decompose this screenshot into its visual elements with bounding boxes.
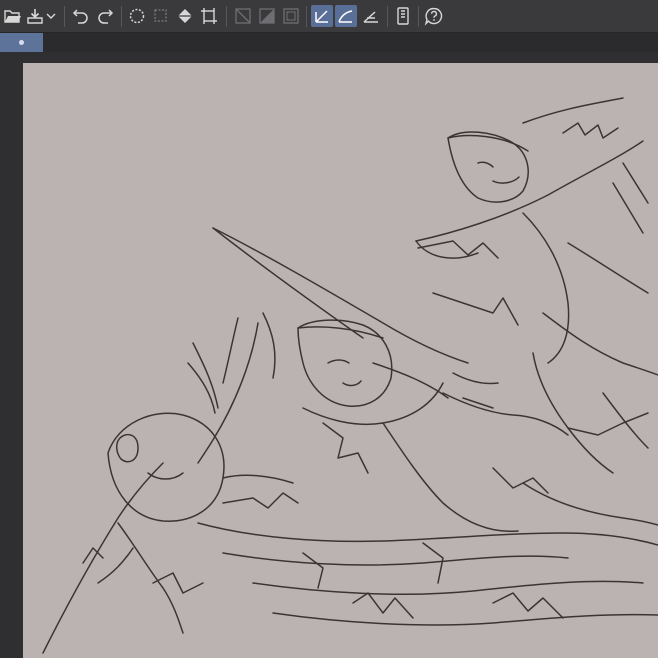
ruler-curve-icon[interactable] (335, 5, 357, 27)
sketch-stroke (567, 242, 649, 294)
ruler-angle-icon[interactable] (360, 5, 382, 27)
toolbar-separator (306, 6, 307, 27)
sketch-stroke (117, 522, 184, 634)
sketch-stroke (542, 312, 658, 376)
sketch-stroke (222, 552, 569, 566)
sketch-stroke (152, 572, 204, 594)
document-tab[interactable] (0, 33, 43, 52)
sketch-stroke (197, 522, 658, 546)
open-file-icon[interactable] (2, 5, 24, 27)
help-icon[interactable] (423, 5, 445, 27)
toolbar-separator (226, 6, 227, 27)
sketch-stroke (327, 359, 350, 364)
unsaved-indicator-icon (19, 40, 24, 45)
sketch-stroke (567, 412, 649, 436)
sketch-stroke (262, 312, 276, 379)
ruler-straight-icon[interactable] (311, 5, 333, 27)
undo-icon[interactable] (70, 5, 92, 27)
sketch-stroke (562, 122, 619, 139)
toolbar (0, 0, 658, 33)
save-file-icon[interactable] (24, 5, 46, 27)
sketch-stroke (197, 322, 259, 464)
toolbar-separator (121, 6, 122, 27)
sketch-stroke (342, 380, 362, 387)
sketch-stroke (107, 412, 225, 522)
sketch-stroke (352, 592, 414, 619)
sketch-stroke (492, 176, 520, 184)
sketch-stroke (522, 212, 570, 364)
layer-mask-icon[interactable] (256, 5, 278, 27)
sketch-stroke (417, 240, 499, 259)
sketch-stroke (477, 161, 494, 168)
sketch-stroke (532, 352, 614, 474)
sketch-stroke (297, 319, 393, 407)
redo-icon[interactable] (94, 5, 116, 27)
sketch-stroke (452, 372, 499, 409)
toolbar-separator (64, 6, 65, 27)
select-all-icon[interactable] (150, 5, 172, 27)
sketch-stroke (415, 140, 644, 242)
sketch-stroke (447, 131, 529, 203)
sketch-stroke (492, 467, 549, 494)
sketch-artwork (42, 97, 658, 654)
sketch-stroke (272, 612, 658, 626)
crop-icon[interactable] (198, 5, 220, 27)
sketch-stroke (447, 134, 529, 152)
sketch-stroke (302, 382, 444, 426)
sketch-stroke (187, 342, 219, 414)
sketch-stroke (492, 592, 564, 619)
sketch-stroke (222, 492, 299, 509)
sketch-stroke (612, 162, 649, 234)
dropdown-chevron-icon[interactable] (44, 5, 58, 27)
sketch-stroke (116, 433, 139, 463)
toolbar-separator (387, 6, 388, 27)
device-icon[interactable] (392, 5, 414, 27)
lasso-selection-icon[interactable] (126, 5, 148, 27)
sketch-stroke (602, 392, 649, 449)
sketch-stroke (212, 227, 364, 339)
fill-icon[interactable] (174, 5, 196, 27)
drawing-canvas[interactable] (23, 63, 658, 658)
frame-icon[interactable] (280, 5, 302, 27)
sketch-stroke (212, 227, 469, 364)
document-tab-bar (0, 33, 658, 52)
sketch-stroke (222, 317, 239, 384)
layer-clear-icon[interactable] (232, 5, 254, 27)
sketch-stroke (415, 240, 479, 259)
sketch-stroke (222, 474, 294, 484)
sketch-stroke (432, 292, 519, 326)
sketch-stroke (252, 580, 644, 596)
toolbar-separator (418, 6, 419, 27)
sketch-stroke (522, 97, 624, 124)
sketch-stroke (382, 422, 519, 533)
sketch-stroke (322, 422, 369, 474)
